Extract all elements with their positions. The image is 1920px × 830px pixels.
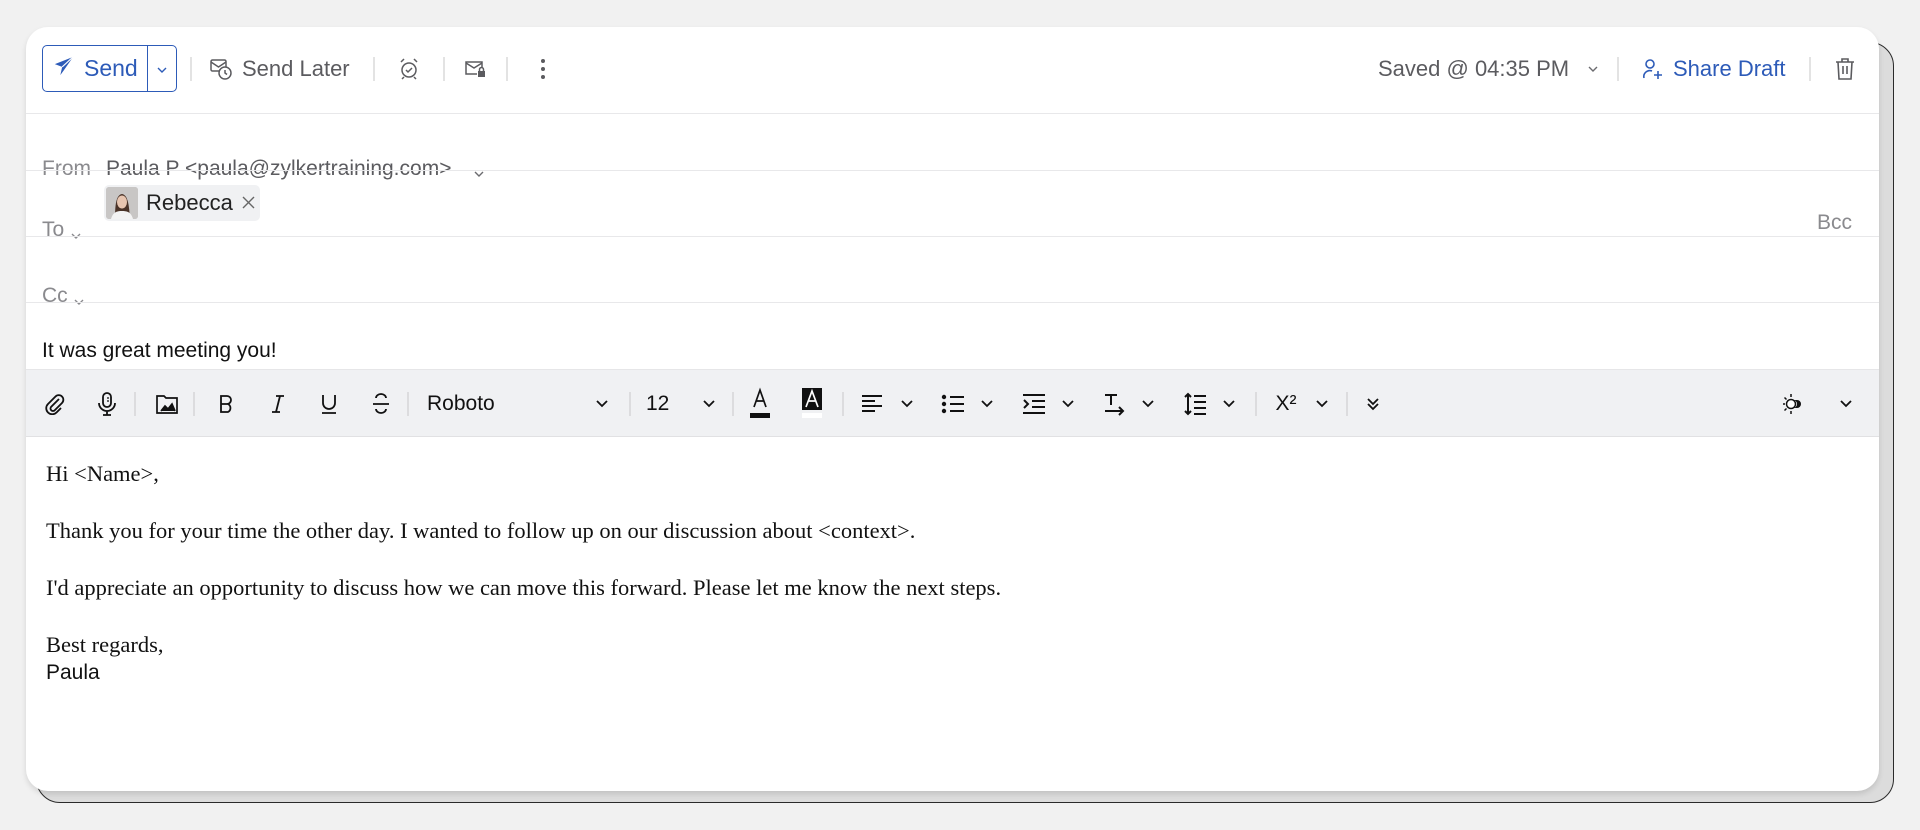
insert-image-icon[interactable] xyxy=(153,390,181,418)
chevron-down-icon[interactable] xyxy=(701,390,717,418)
divider xyxy=(26,113,1879,114)
remove-recipient-icon[interactable] xyxy=(242,193,255,214)
chevron-down-icon[interactable] xyxy=(1314,390,1330,418)
chevron-down-icon[interactable] xyxy=(979,390,995,418)
text-color-icon[interactable] xyxy=(746,386,774,420)
attach-icon[interactable] xyxy=(42,390,68,418)
divider xyxy=(1255,392,1257,416)
microphone-icon[interactable] xyxy=(94,390,120,418)
divider xyxy=(134,392,136,416)
divider xyxy=(190,57,192,81)
more-options-icon[interactable] xyxy=(1362,390,1384,418)
font-size-select[interactable]: 12 xyxy=(646,390,696,418)
alarm-clock-icon[interactable] xyxy=(396,56,422,82)
body-signature: Paula xyxy=(46,661,100,684)
strikethrough-icon[interactable] xyxy=(368,390,394,418)
font-family-select[interactable]: Roboto xyxy=(427,390,597,418)
divider xyxy=(1809,57,1811,81)
chevron-down-icon[interactable] xyxy=(1838,390,1854,418)
body-paragraph: Thank you for your time the other day. I… xyxy=(46,518,916,543)
divider xyxy=(629,392,631,416)
italic-icon[interactable] xyxy=(265,390,291,418)
from-address-select[interactable]: Paula P <paula@zylkertraining.com> xyxy=(106,156,451,182)
add-user-icon[interactable] xyxy=(1640,56,1666,82)
chevron-down-icon[interactable] xyxy=(1221,390,1237,418)
more-vertical-icon[interactable] xyxy=(530,56,556,82)
body-closing: Best regards, xyxy=(46,632,164,657)
background-color-icon[interactable] xyxy=(798,386,826,420)
send-later-button[interactable]: Send Later xyxy=(242,55,350,83)
cc-label[interactable]: Cc xyxy=(42,283,68,309)
underline-icon[interactable] xyxy=(316,390,342,418)
chevron-down-icon[interactable] xyxy=(1060,390,1076,418)
from-label: From xyxy=(42,157,91,180)
bullet-list-icon[interactable] xyxy=(940,390,966,418)
superscript-icon[interactable]: X² xyxy=(1271,390,1301,418)
body-greeting: Hi <Name>, xyxy=(46,461,159,486)
divider xyxy=(1617,57,1619,81)
divider xyxy=(842,392,844,416)
scheduled-mail-icon[interactable] xyxy=(208,56,234,82)
divider xyxy=(506,57,508,81)
paper-plane-icon xyxy=(53,55,75,82)
bcc-toggle[interactable]: Bcc xyxy=(1817,210,1852,236)
chevron-down-icon[interactable] xyxy=(594,390,610,418)
mail-lock-icon[interactable] xyxy=(462,56,488,82)
align-icon[interactable] xyxy=(859,390,885,418)
trash-icon[interactable] xyxy=(1832,56,1858,82)
avatar xyxy=(106,187,138,219)
send-split-button[interactable]: Send xyxy=(42,45,177,92)
divider xyxy=(732,392,734,416)
clear-format-icon[interactable] xyxy=(1101,390,1127,418)
divider xyxy=(193,392,195,416)
subject-input[interactable]: It was great meeting you! xyxy=(42,337,277,365)
formatting-toolbar: Roboto 12 X² xyxy=(26,369,1879,437)
theme-toggle-icon[interactable] xyxy=(1780,390,1806,418)
recipient-name: Rebecca xyxy=(146,190,233,215)
send-button[interactable]: Send xyxy=(43,46,148,91)
chevron-down-icon[interactable] xyxy=(1140,390,1156,418)
to-label[interactable]: To xyxy=(42,217,64,243)
divider xyxy=(443,57,445,81)
saved-options-chevron-icon[interactable] xyxy=(1580,56,1606,82)
chevron-down-icon[interactable] xyxy=(899,390,915,418)
divider xyxy=(26,170,1879,171)
superscript-label: X² xyxy=(1275,392,1297,415)
divider xyxy=(407,392,409,416)
divider xyxy=(26,236,1879,237)
font-size-value: 12 xyxy=(646,392,670,415)
chevron-down-icon[interactable] xyxy=(71,226,81,244)
chevron-down-icon[interactable] xyxy=(74,292,84,310)
chevron-down-icon[interactable] xyxy=(474,164,484,182)
divider xyxy=(26,302,1879,303)
indent-icon[interactable] xyxy=(1021,390,1047,418)
recipient-chip[interactable]: Rebecca xyxy=(104,185,260,221)
saved-status: Saved @ 04:35 PM xyxy=(1378,56,1570,81)
line-spacing-icon[interactable] xyxy=(1182,390,1208,418)
divider xyxy=(373,57,375,81)
send-options-dropdown[interactable] xyxy=(148,46,176,91)
bold-icon[interactable] xyxy=(213,390,239,418)
body-paragraph: I'd appreciate an opportunity to discuss… xyxy=(46,575,1002,600)
chevron-down-icon xyxy=(157,60,167,78)
message-body-editor[interactable]: Hi <Name>, Thank you for your time the o… xyxy=(46,460,1859,687)
compose-window: Send Send Later Saved @ 04:35 PM Share D… xyxy=(26,27,1879,791)
font-family-value: Roboto xyxy=(427,392,495,415)
share-draft-button[interactable]: Share Draft xyxy=(1673,55,1786,83)
send-label: Send xyxy=(84,55,138,81)
divider xyxy=(1346,392,1348,416)
